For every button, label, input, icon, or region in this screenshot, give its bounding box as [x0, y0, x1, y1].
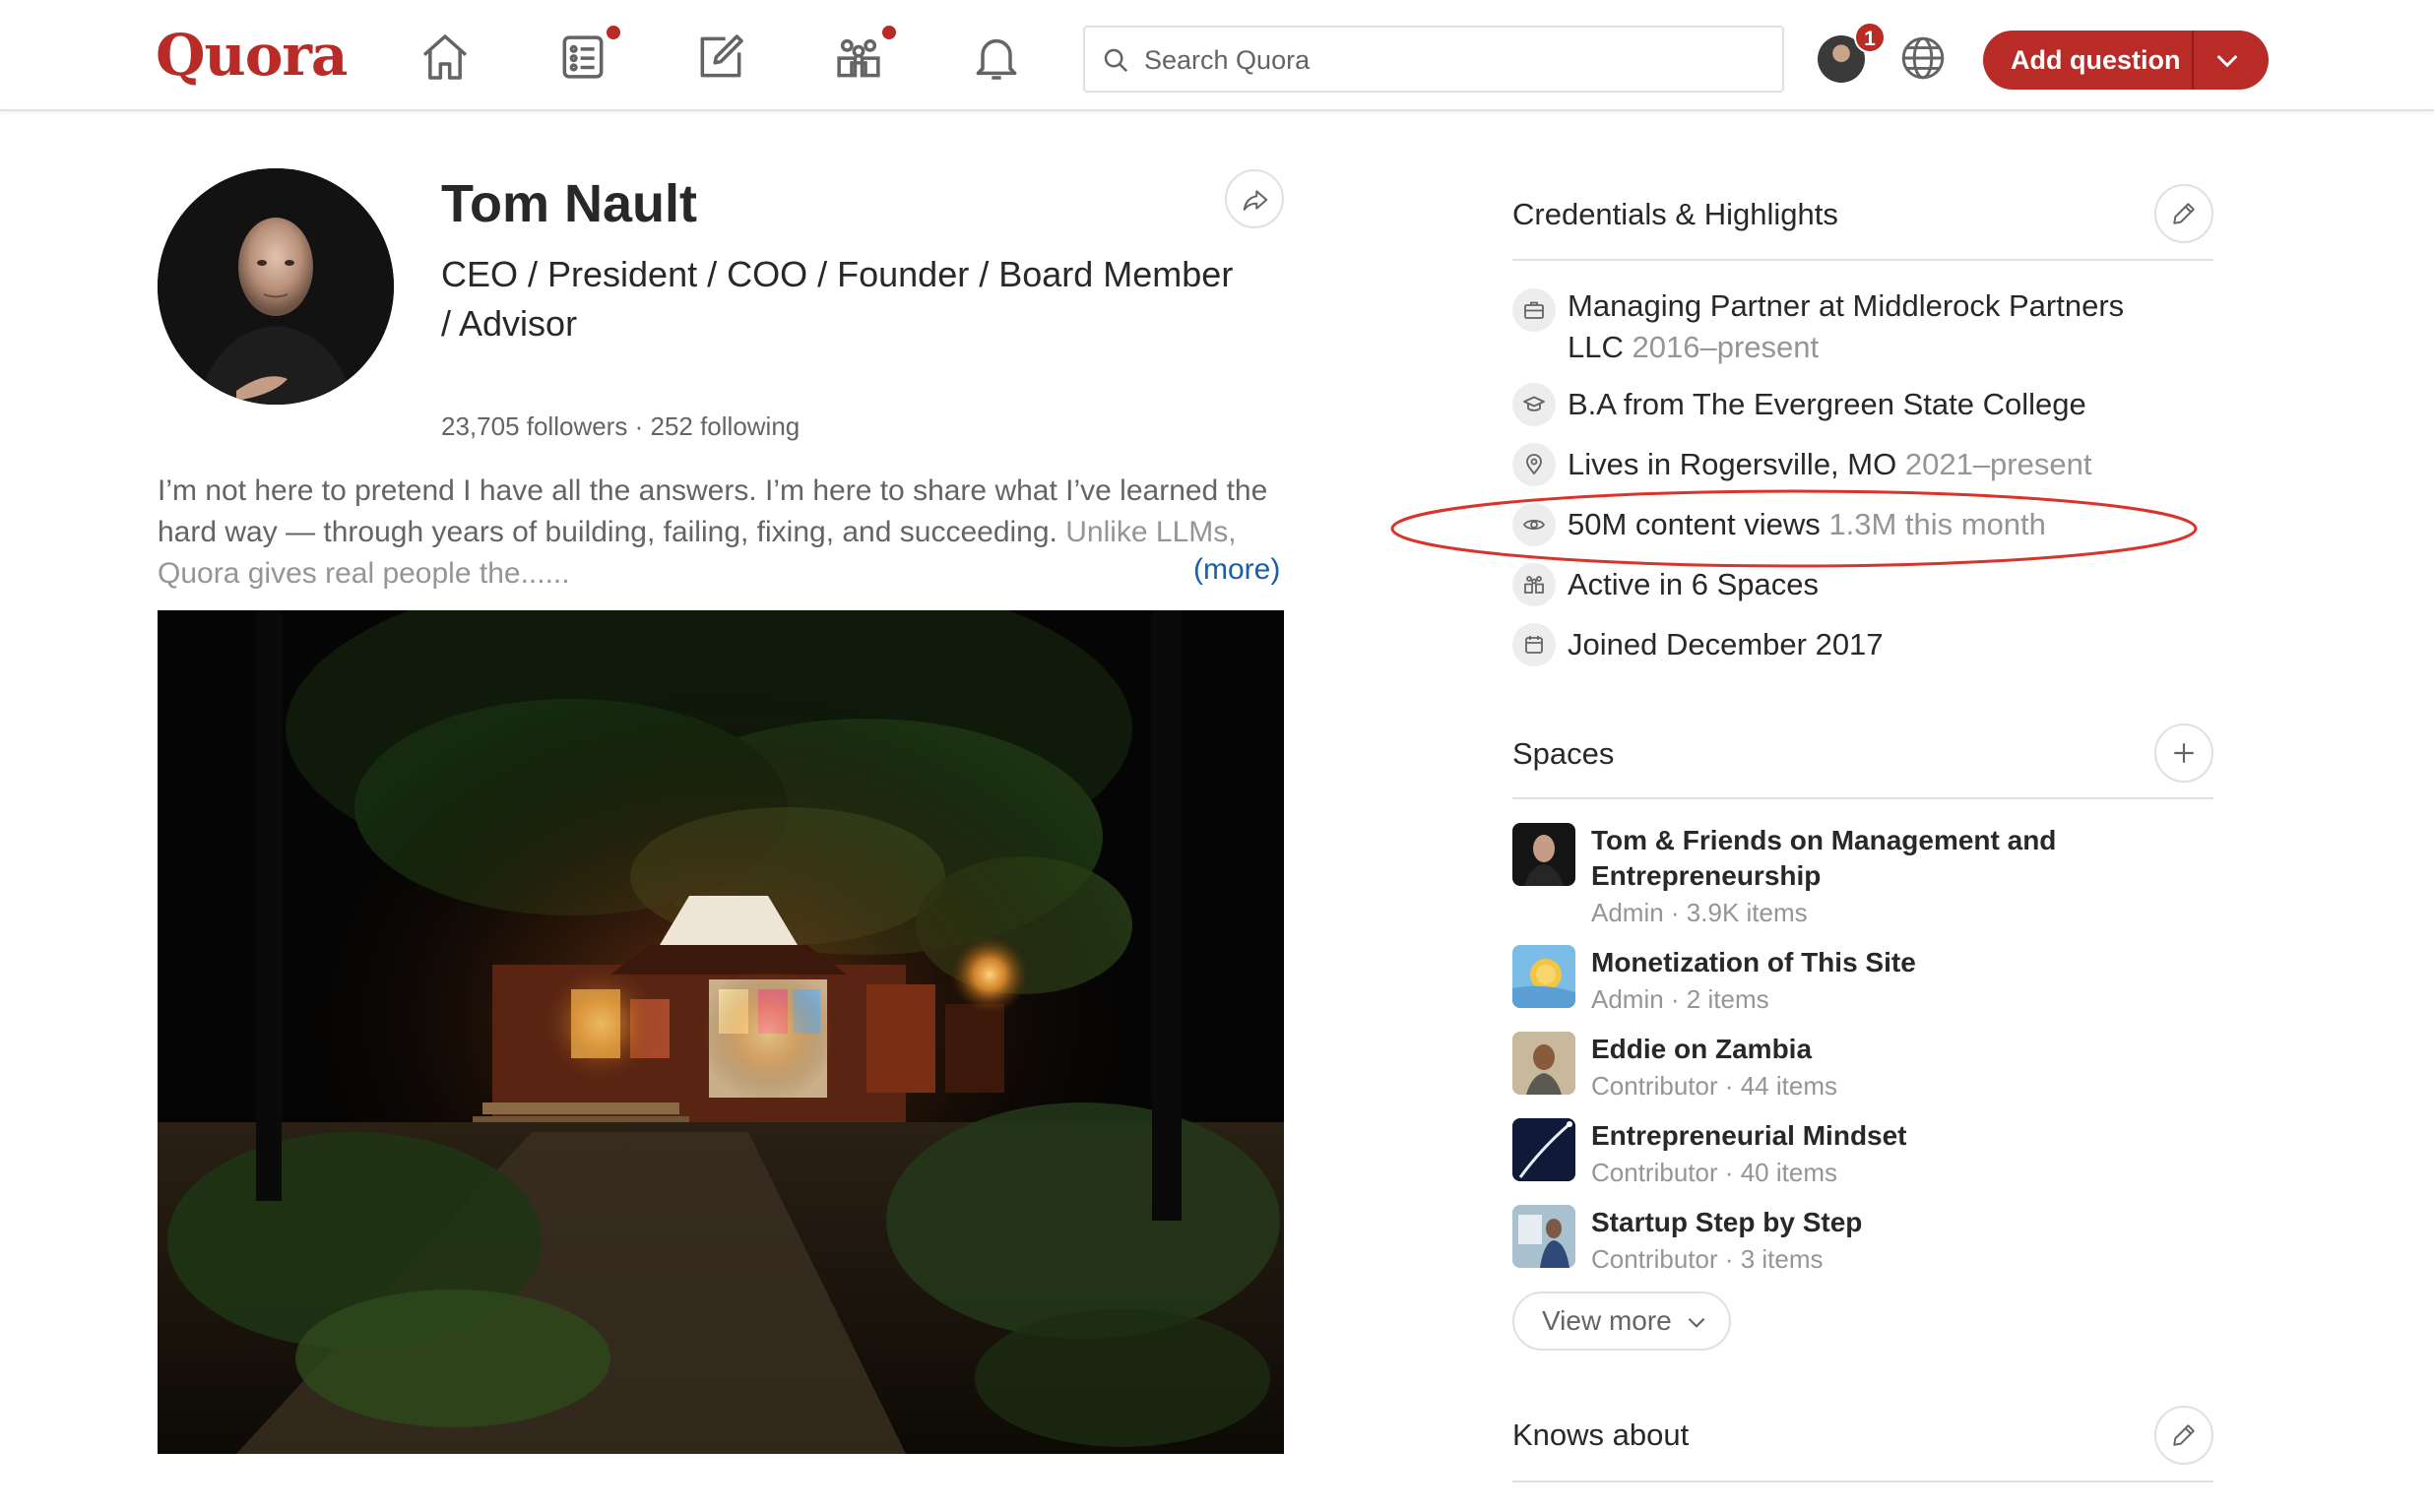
- calendar-icon: [1512, 623, 1556, 666]
- credential-joined: Joined December 2017: [1568, 624, 1884, 665]
- search-icon: [1104, 48, 1128, 73]
- answer-pencil-icon[interactable]: [693, 30, 748, 85]
- spaces-nav-icon[interactable]: [831, 30, 886, 85]
- space-meta: Admin · 2 items: [1591, 984, 1769, 1014]
- search-bar[interactable]: [1083, 26, 1784, 93]
- chevron-down-icon: [1688, 1317, 1705, 1328]
- spaces-icon: [1512, 563, 1556, 606]
- space-thumbnail[interactable]: [1512, 1205, 1575, 1268]
- red-annotation-ellipse: [1390, 489, 2198, 568]
- credential-text: Lives in Rogersville, MO: [1568, 447, 1897, 481]
- space-name[interactable]: Monetization of This Site: [1591, 945, 2221, 980]
- add-space-button[interactable]: [2154, 724, 2213, 783]
- space-name[interactable]: Entrepreneurial Mindset: [1591, 1118, 2221, 1154]
- chevron-down-icon[interactable]: [2211, 44, 2243, 76]
- followers-link[interactable]: 23,705 followers: [441, 411, 627, 441]
- profile-photo[interactable]: [158, 168, 394, 405]
- view-more-label: View more: [1542, 1305, 1672, 1336]
- quora-logo[interactable]: Quora: [156, 22, 349, 89]
- edit-knows-about-button[interactable]: [2154, 1406, 2213, 1465]
- pencil-icon: [2173, 1424, 2195, 1446]
- share-arrow-icon: [1243, 190, 1268, 211]
- notifications-bell-icon[interactable]: [969, 30, 1024, 85]
- share-button[interactable]: [1225, 169, 1284, 228]
- more-link[interactable]: (more): [1193, 553, 1280, 587]
- space-thumbnail[interactable]: [1512, 823, 1575, 886]
- credential-dates: 2021–present: [1904, 447, 2092, 481]
- add-question-label: Add question: [2011, 45, 2181, 75]
- home-icon[interactable]: [417, 30, 473, 85]
- credential-employment[interactable]: Managing Partner at Middlerock Partners …: [1568, 285, 2178, 368]
- graduation-cap-icon: [1512, 383, 1556, 426]
- top-nav-bar: Quora 1 Add question: [0, 0, 2434, 111]
- space-thumbnail[interactable]: [1512, 945, 1575, 1008]
- credential-dates: 2016–present: [1632, 330, 1820, 364]
- section-divider: [1512, 259, 2213, 261]
- space-thumbnail[interactable]: [1512, 1118, 1575, 1181]
- search-input[interactable]: [1142, 35, 1757, 85]
- dot-separator: ·: [634, 411, 644, 441]
- language-globe-icon[interactable]: [1898, 33, 1948, 83]
- credential-spaces[interactable]: Active in 6 Spaces: [1568, 564, 1819, 605]
- pencil-icon: [2173, 203, 2195, 224]
- profile-bio: I’m not here to pretend I have all the a…: [158, 471, 1284, 595]
- spaces-title: Spaces: [1512, 736, 1615, 771]
- section-divider: [1512, 1480, 2213, 1482]
- credential-text: Joined December 2017: [1568, 627, 1884, 662]
- add-question-button[interactable]: Add question: [1983, 31, 2269, 90]
- view-more-spaces-button[interactable]: View more: [1512, 1292, 1731, 1351]
- profile-headline: CEO / President / COO / Founder / Board …: [441, 254, 1234, 344]
- unread-dot: [880, 24, 898, 41]
- credentials-title: Credentials & Highlights: [1512, 197, 1838, 231]
- credential-text: B.A from The Evergreen State College: [1568, 387, 2086, 421]
- button-divider: [2192, 31, 2194, 90]
- space-name[interactable]: Eddie on Zambia: [1591, 1032, 2221, 1067]
- following-link[interactable]: 252 following: [650, 411, 800, 441]
- knows-about-title: Knows about: [1512, 1418, 1690, 1452]
- space-meta: Contributor · 40 items: [1591, 1158, 1837, 1187]
- unread-dot: [605, 24, 622, 41]
- space-name[interactable]: Startup Step by Step: [1591, 1205, 2221, 1240]
- credential-location[interactable]: Lives in Rogersville, MO 2021–present: [1568, 444, 2091, 485]
- edit-credentials-button[interactable]: [2154, 184, 2213, 243]
- following-feed-icon[interactable]: [555, 30, 610, 85]
- space-meta: Admin · 3.9K items: [1591, 898, 1808, 927]
- credential-text: Active in 6 Spaces: [1568, 567, 1820, 601]
- space-name[interactable]: Tom & Friends on Management and Entrepre…: [1591, 823, 2143, 894]
- location-pin-icon: [1512, 443, 1556, 486]
- space-meta: Contributor · 3 items: [1591, 1244, 1824, 1274]
- section-divider: [1512, 797, 2213, 799]
- profile-name: Tom Nault: [441, 174, 697, 233]
- cover-photo-house-at-night[interactable]: [158, 610, 1284, 1454]
- briefcase-icon: [1512, 288, 1556, 332]
- credential-education[interactable]: B.A from The Evergreen State College: [1568, 384, 2086, 425]
- follow-stats: 23,705 followers · 252 following: [441, 411, 800, 442]
- space-meta: Contributor · 44 items: [1591, 1071, 1837, 1101]
- notification-badge: 1: [1854, 22, 1886, 53]
- space-thumbnail[interactable]: [1512, 1032, 1575, 1095]
- plus-icon: [2174, 743, 2194, 763]
